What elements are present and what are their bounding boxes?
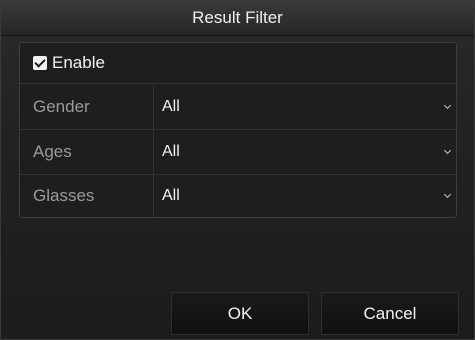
chevron-down-icon [443, 146, 452, 155]
gender-row: Gender All [20, 85, 456, 130]
chevron-down-icon [443, 190, 452, 198]
ages-row: Ages All [20, 130, 456, 175]
filter-panel: Enable Gender All Ages All Glasses All [19, 42, 457, 218]
ok-button[interactable]: OK [171, 292, 309, 335]
gender-select[interactable]: All [154, 85, 456, 129]
ages-select[interactable]: All [154, 130, 456, 174]
glasses-select-value: All [162, 186, 180, 204]
gender-select-value: All [162, 98, 180, 115]
cancel-button[interactable]: Cancel [321, 292, 459, 335]
chevron-down-icon [443, 101, 452, 110]
ages-select-value: All [162, 143, 180, 160]
glasses-row: Glasses All [20, 174, 456, 217]
dialog-title-bar: Result Filter [1, 1, 474, 36]
ages-label: Ages [20, 130, 154, 174]
gender-label: Gender [20, 85, 154, 129]
glasses-select[interactable]: All [154, 174, 456, 217]
enable-checkbox-icon[interactable] [33, 56, 47, 70]
glasses-label: Glasses [20, 174, 154, 217]
result-filter-dialog: Result Filter Enable Gender All Ages All… [0, 0, 475, 340]
enable-label: Enable [52, 53, 105, 72]
enable-toggle[interactable]: Enable [20, 43, 456, 84]
dialog-title: Result Filter [192, 8, 283, 27]
